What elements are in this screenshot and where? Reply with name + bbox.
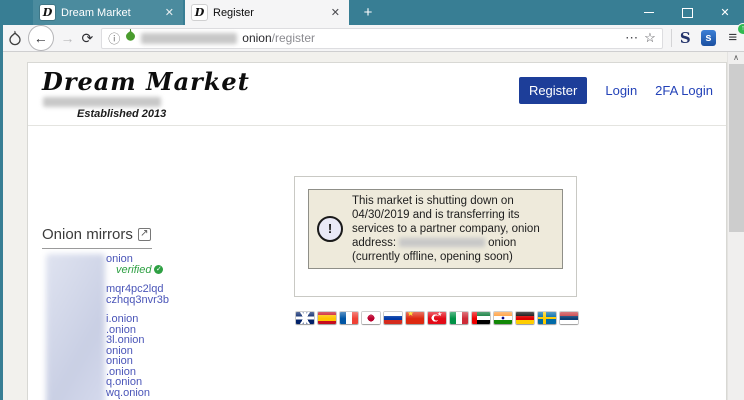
window-controls: ✕	[630, 0, 744, 25]
mirrors-divider	[42, 248, 152, 249]
uk-flag-cross	[296, 312, 314, 324]
mirrors-heading: Onion mirrors ↗	[42, 226, 151, 243]
sweden-flag-icon[interactable]	[538, 312, 556, 324]
menu-button[interactable]: ≡ ↑	[728, 29, 744, 47]
browser-titlebar: D Dream Market ✕ D Register ✕ + ✕	[0, 0, 744, 25]
minimize-icon	[644, 12, 654, 13]
redacted-onion-address	[399, 238, 485, 247]
notice-text: This market is shutting down on 04/30/20…	[352, 194, 554, 264]
browser-tab-dream-market[interactable]: D Dream Market ✕	[33, 0, 183, 25]
site-tagline: Established 2013	[77, 108, 166, 120]
url-domain-text: onion	[242, 31, 271, 45]
browser-toolbar: ← → ⟳ ⓘ onion /register ⋯ ☆ S s ≡ ↑	[0, 25, 744, 52]
page-viewport: Dream Market Established 2013 Register Lo…	[0, 52, 744, 400]
united-kingdom-flag-icon[interactable]	[296, 312, 314, 324]
content-card: Dream Market Established 2013 Register Lo…	[27, 62, 727, 400]
site-logo: Dream Market	[42, 67, 250, 96]
redacted-logo-subtext	[43, 97, 161, 107]
mirror-group: i.onion.onion3l.oniononiononion.onionq.o…	[42, 314, 242, 400]
header-nav: Register Login 2FA Login	[519, 77, 713, 104]
germany-flag-icon[interactable]	[516, 312, 534, 324]
toolbar-separator	[671, 29, 672, 47]
turkey-flag-icon[interactable]	[428, 312, 446, 324]
tab-close-icon[interactable]: ✕	[163, 6, 176, 19]
bookmark-star-icon[interactable]: ☆	[644, 30, 656, 46]
reload-button[interactable]: ⟳	[82, 30, 94, 47]
onion-circuit-icon[interactable]	[125, 29, 136, 47]
tab-favicon: D	[40, 5, 55, 20]
france-flag-icon[interactable]	[340, 312, 358, 324]
japan-flag-icon[interactable]	[362, 312, 380, 324]
tab-favicon: D	[192, 5, 207, 20]
update-badge-icon: ↑	[737, 23, 744, 35]
notice-panel: ! This market is shutting down on 04/30/…	[294, 176, 577, 297]
back-button[interactable]: ←	[28, 25, 54, 51]
scrollbar[interactable]: ∧	[727, 52, 744, 400]
mirrors-heading-label: Onion mirrors	[42, 226, 133, 243]
mirror-link[interactable]: onion	[106, 254, 242, 265]
scrollbar-thumb[interactable]	[729, 64, 744, 232]
italy-flag-icon[interactable]	[450, 312, 468, 324]
india-flag-icon[interactable]	[494, 312, 512, 324]
noscript-icon[interactable]: S	[680, 29, 691, 47]
page-actions-icon[interactable]: ⋯	[625, 30, 639, 46]
maximize-button[interactable]	[668, 0, 706, 25]
tab-title: Dream Market	[61, 7, 157, 19]
russia-flag-icon[interactable]	[384, 312, 402, 324]
new-tab-button[interactable]: +	[355, 0, 381, 25]
maximize-icon	[682, 8, 693, 18]
minimize-button[interactable]	[630, 0, 668, 25]
spain-flag-icon[interactable]	[318, 312, 336, 324]
hamburger-icon: ≡	[728, 29, 737, 46]
close-icon: ✕	[720, 6, 729, 19]
tab-strip: D Dream Market ✕ D Register ✕ +	[33, 0, 381, 25]
site-info-icon[interactable]: ⓘ	[108, 30, 120, 47]
url-bar[interactable]: ⓘ onion /register ⋯ ☆	[101, 28, 663, 49]
register-link[interactable]: Register	[519, 77, 587, 104]
china-flag-icon[interactable]	[406, 312, 424, 324]
verified-check-icon: ✓	[154, 265, 163, 274]
url-path-text: /register	[272, 31, 315, 45]
warning-icon: !	[317, 216, 343, 242]
forward-button[interactable]: →	[61, 30, 75, 46]
mirror-link-text: czhqq3nvr3b	[106, 294, 169, 306]
mirror-link[interactable]: czhqq3nvr3b	[106, 295, 242, 306]
browser-window: D Dream Market ✕ D Register ✕ + ✕ ← → ⟳ ⓘ onio…	[0, 0, 744, 400]
2fa-login-link[interactable]: 2FA Login	[655, 83, 713, 98]
site-header: Dream Market Established 2013 Register Lo…	[28, 63, 726, 126]
page-content: Onion mirrors ↗ onionverified✓ mqr4pc2lqd…	[28, 126, 726, 400]
shutdown-notice: ! This market is shutting down on 04/30/…	[308, 189, 563, 269]
mirror-list: onionverified✓ mqr4pc2lqdczhqq3nvr3b i.oni…	[42, 254, 242, 400]
mirror-link-text: verified	[116, 265, 151, 276]
extension-s-icon[interactable]: s	[701, 30, 717, 46]
redacted-url-segment	[141, 33, 237, 44]
close-button[interactable]: ✕	[706, 0, 744, 25]
login-link[interactable]: Login	[605, 83, 637, 98]
external-link-icon[interactable]: ↗	[138, 228, 151, 241]
mirror-group: onionverified✓	[42, 254, 242, 275]
tab-title: Register	[213, 7, 323, 19]
verified-label: verified✓	[116, 265, 242, 276]
united-arab-emirates-flag-icon[interactable]	[472, 312, 490, 324]
scrollbar-up-arrow[interactable]: ∧	[728, 52, 744, 64]
mirror-group: mqr4pc2lqdczhqq3nvr3b	[42, 284, 242, 305]
browser-tab-register[interactable]: D Register ✕	[185, 0, 349, 25]
window-edge	[0, 25, 3, 400]
tab-close-icon[interactable]: ✕	[329, 6, 342, 19]
serbia-flag-icon[interactable]	[560, 312, 578, 324]
language-flags-row	[296, 312, 578, 324]
tor-onion-icon[interactable]	[7, 30, 23, 47]
